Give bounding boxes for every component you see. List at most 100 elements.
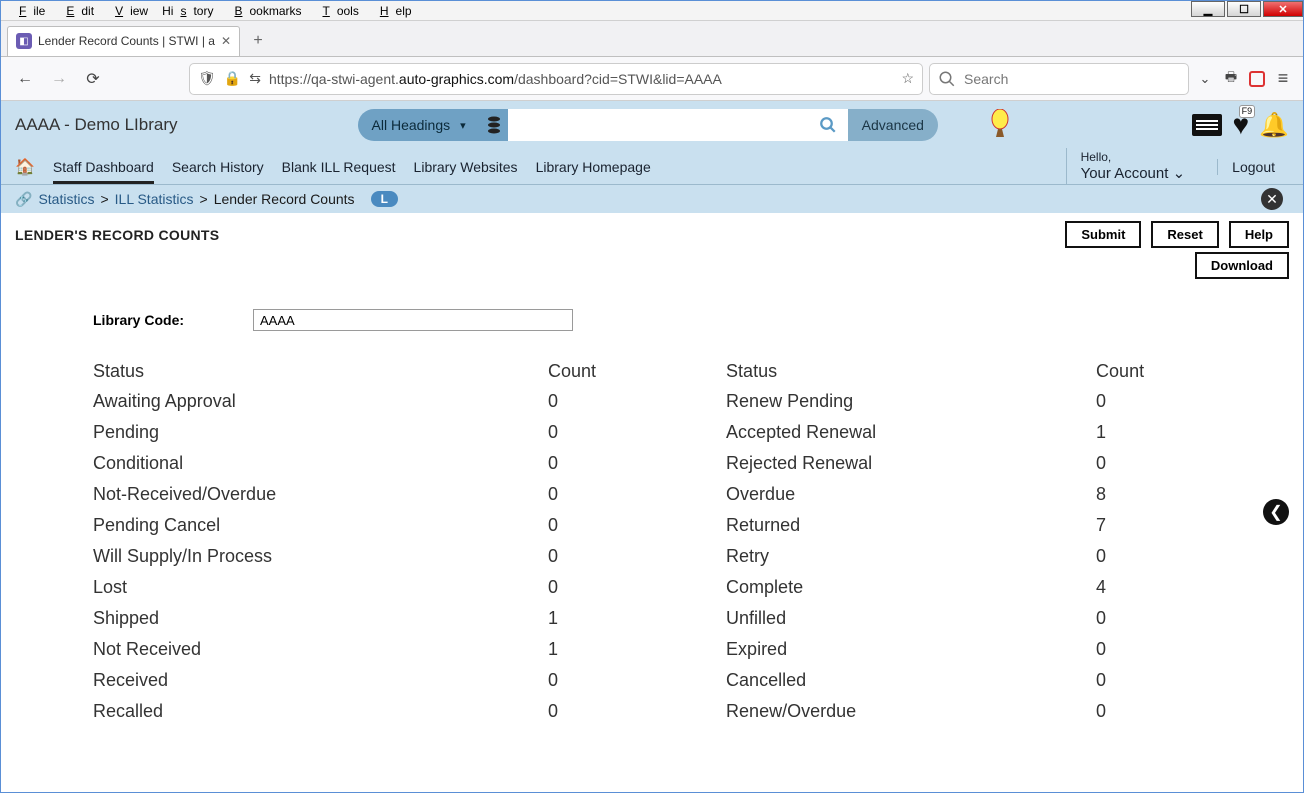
chevron-down-icon: ▾ bbox=[460, 119, 466, 132]
status-cell: Returned bbox=[726, 510, 1096, 541]
catalog-search-button[interactable] bbox=[808, 109, 848, 141]
status-cell: Pending bbox=[93, 417, 548, 448]
browser-toolbar: ← → ⟳ 🛡 🔒 ⇆ https://qa-stwi-agent.auto-g… bbox=[1, 57, 1303, 101]
count-cell: 8 bbox=[1096, 479, 1144, 510]
browser-tab[interactable]: ◧ Lender Record Counts | STWI | a ✕ bbox=[7, 26, 240, 56]
status-table-right: Status Count Renew Pending0Accepted Rene… bbox=[726, 357, 1144, 727]
window-minimize[interactable] bbox=[1191, 1, 1225, 17]
chevron-down-icon: ⌄ bbox=[1173, 165, 1186, 182]
shield-icon: 🛡 bbox=[198, 70, 216, 87]
count-cell: 0 bbox=[1096, 541, 1144, 572]
tab-strip: ◧ Lender Record Counts | STWI | a ✕ + bbox=[1, 21, 1303, 57]
window-close[interactable] bbox=[1263, 1, 1303, 17]
url-text: https://qa-stwi-agent.auto-graphics.com/… bbox=[269, 71, 722, 87]
balloon-icon[interactable] bbox=[988, 109, 1012, 141]
tab-close-icon[interactable]: ✕ bbox=[221, 34, 231, 48]
favorites-icon[interactable]: ♥F9 bbox=[1232, 109, 1249, 141]
status-cell: Recalled bbox=[93, 696, 548, 727]
tab-title: Lender Record Counts | STWI | a bbox=[38, 34, 215, 48]
status-cell: Pending Cancel bbox=[93, 510, 548, 541]
status-cell: Renew Pending bbox=[726, 386, 1096, 417]
crumb-ill-statistics[interactable]: ILL Statistics bbox=[115, 191, 194, 207]
nav-library-homepage[interactable]: Library Homepage bbox=[536, 159, 651, 175]
count-cell: 0 bbox=[548, 479, 596, 510]
table-row: Will Supply/In Process0 bbox=[93, 541, 596, 572]
account-menu[interactable]: Hello, Your Account ⌄ bbox=[1066, 148, 1200, 184]
status-cell: Renew/Overdue bbox=[726, 696, 1096, 727]
advanced-search-button[interactable]: Advanced bbox=[848, 109, 938, 141]
status-cell: Cancelled bbox=[726, 665, 1096, 696]
table-row: Not Received1 bbox=[93, 634, 596, 665]
expand-panel-icon[interactable]: ❮ bbox=[1263, 499, 1289, 525]
menu-file[interactable]: File bbox=[5, 2, 52, 20]
count-cell: 0 bbox=[548, 665, 596, 696]
library-code-input[interactable] bbox=[253, 309, 573, 331]
home-icon[interactable]: 🏠 bbox=[15, 157, 35, 177]
col-count: Count bbox=[548, 357, 596, 386]
count-cell: 0 bbox=[1096, 634, 1144, 665]
table-row: Accepted Renewal1 bbox=[726, 417, 1144, 448]
count-cell: 0 bbox=[548, 541, 596, 572]
catalog-search-input[interactable] bbox=[508, 109, 808, 141]
status-cell: Received bbox=[93, 665, 548, 696]
nav-search-history[interactable]: Search History bbox=[172, 159, 264, 175]
help-button[interactable]: Help bbox=[1229, 221, 1289, 248]
crumb-statistics[interactable]: Statistics bbox=[38, 191, 94, 207]
menu-edit[interactable]: Edit bbox=[52, 2, 101, 20]
reset-button[interactable]: Reset bbox=[1151, 221, 1218, 248]
print-icon[interactable]: 🖶 bbox=[1221, 69, 1241, 89]
table-row: Returned7 bbox=[726, 510, 1144, 541]
table-row: Lost0 bbox=[93, 572, 596, 603]
favorites-badge: F9 bbox=[1239, 105, 1256, 118]
browser-search-placeholder: Search bbox=[964, 71, 1008, 87]
table-row: Overdue8 bbox=[726, 479, 1144, 510]
forward-button[interactable]: → bbox=[45, 65, 73, 93]
menu-history[interactable]: History bbox=[155, 2, 220, 20]
database-icon[interactable] bbox=[480, 109, 508, 141]
download-button[interactable]: Download bbox=[1195, 252, 1289, 279]
nav-staff-dashboard[interactable]: Staff Dashboard bbox=[53, 159, 154, 184]
back-button[interactable]: ← bbox=[11, 65, 39, 93]
hamburger-menu[interactable]: ≡ bbox=[1273, 69, 1293, 89]
menu-help[interactable]: Help bbox=[366, 2, 419, 20]
window-maximize[interactable] bbox=[1227, 1, 1261, 17]
new-tab-button[interactable]: + bbox=[248, 31, 268, 51]
status-cell: Accepted Renewal bbox=[726, 417, 1096, 448]
menu-bookmarks[interactable]: Bookmarks bbox=[220, 2, 308, 20]
address-bar[interactable]: 🛡 🔒 ⇆ https://qa-stwi-agent.auto-graphic… bbox=[189, 63, 923, 95]
notifications-icon[interactable]: 🔔 bbox=[1259, 111, 1289, 140]
logout-link[interactable]: Logout bbox=[1217, 159, 1289, 175]
nav-blank-ill[interactable]: Blank ILL Request bbox=[282, 159, 396, 175]
security-logo-icon[interactable] bbox=[1247, 69, 1267, 89]
count-cell: 7 bbox=[1096, 510, 1144, 541]
page-content: LENDER'S RECORD COUNTS Submit Reset Help… bbox=[1, 213, 1303, 735]
breadcrumb: 🔗 Statistics > ILL Statistics > Lender R… bbox=[1, 185, 1303, 213]
lender-badge: L bbox=[371, 191, 398, 207]
status-cell: Will Supply/In Process bbox=[93, 541, 548, 572]
nav-library-websites[interactable]: Library Websites bbox=[414, 159, 518, 175]
list-view-icon[interactable] bbox=[1192, 114, 1222, 136]
table-row: Cancelled0 bbox=[726, 665, 1144, 696]
reload-button[interactable]: ⟳ bbox=[79, 65, 107, 93]
close-panel-icon[interactable]: ✕ bbox=[1261, 188, 1283, 210]
status-cell: Unfilled bbox=[726, 603, 1096, 634]
pocket-icon[interactable]: ⌄ bbox=[1195, 69, 1215, 89]
count-cell: 4 bbox=[1096, 572, 1144, 603]
status-cell: Lost bbox=[93, 572, 548, 603]
submit-button[interactable]: Submit bbox=[1065, 221, 1141, 248]
col-count: Count bbox=[1096, 357, 1144, 386]
count-cell: 0 bbox=[548, 510, 596, 541]
table-row: Conditional0 bbox=[93, 448, 596, 479]
count-cell: 0 bbox=[548, 448, 596, 479]
status-cell: Not Received bbox=[93, 634, 548, 665]
menu-view[interactable]: View bbox=[101, 2, 155, 20]
menu-tools[interactable]: Tools bbox=[308, 2, 365, 20]
count-cell: 0 bbox=[1096, 448, 1144, 479]
headings-dropdown[interactable]: All Headings ▾ bbox=[358, 109, 480, 141]
bookmark-star-icon[interactable]: ☆ bbox=[901, 70, 914, 87]
table-row: Complete4 bbox=[726, 572, 1144, 603]
status-cell: Not-Received/Overdue bbox=[93, 479, 548, 510]
count-cell: 1 bbox=[548, 634, 596, 665]
browser-search-box[interactable]: Search bbox=[929, 63, 1189, 95]
count-cell: 1 bbox=[1096, 417, 1144, 448]
